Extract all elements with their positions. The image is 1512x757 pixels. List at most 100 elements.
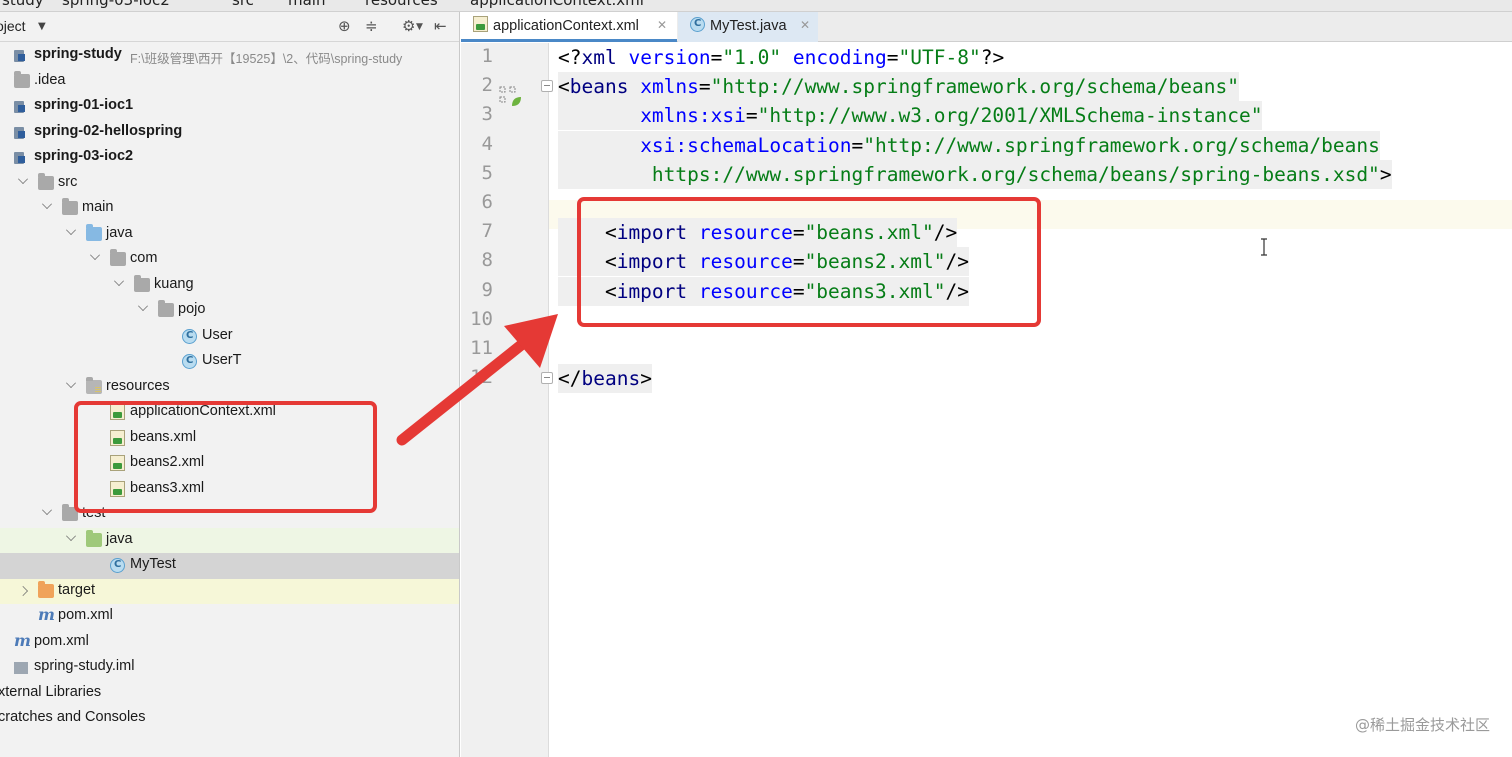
line-number: 3 [481,103,493,126]
breadcrumb-item[interactable]: src [232,0,254,9]
tab-applicationcontext-xml[interactable]: applicationContext.xml ✕ [461,12,677,42]
module-icon [14,126,25,139]
tree-item[interactable]: spring-study.iml [0,655,459,681]
code-token: ?> [980,46,1005,69]
code-token: <? [558,46,582,69]
tree-item-label: MyTest [130,556,176,572]
code-line[interactable]: https://www.springframework.org/schema/b… [558,159,1392,189]
code-token: beans [581,367,641,391]
line-number: 8 [481,249,493,272]
code-token: = [851,133,864,157]
collapse-all-icon[interactable]: ≑ [365,17,378,35]
code-line[interactable]: xsi:schemaLocation="http://www.springfra… [558,130,1380,160]
breadcrumb-item[interactable]: study [2,0,44,9]
tree-item[interactable]: cratches and Consoles [0,706,459,732]
tree-item-label: kuang [154,275,194,292]
code-token: beans [569,75,641,99]
chevron-down-icon[interactable] [66,530,76,541]
chevron-down-icon[interactable]: ▼ [38,21,46,32]
tree-item-label: spring-study.iml [34,658,135,674]
code-token: "1.0" [722,46,793,69]
code-token: "http://www.springframework.org/schema/b… [710,75,1239,99]
tree-item-label: xternal Libraries [0,683,102,700]
tree-item[interactable]: m pom.xml [0,604,459,630]
chevron-down-icon[interactable] [42,199,52,209]
tree-item-label: pojo [178,301,206,317]
code-line[interactable]: <?xml version="1.0" encoding="UTF-8"?> [558,43,1004,72]
code-token: version [628,46,711,69]
hide-panel-icon[interactable]: ⇤ [434,17,447,35]
code-line[interactable]: xmlns:xsi="http://www.w3.org/2001/XMLSch… [558,101,1263,131]
tree-item-label: main [82,199,114,215]
tree-item[interactable]: spring-02-hellospring [0,120,459,146]
package-icon [158,300,174,317]
locate-icon[interactable]: ⊕ [338,17,351,35]
tree-item-label: target [58,581,96,598]
chevron-right-icon[interactable] [18,585,28,596]
annotation-box-resources [74,401,377,513]
maven-icon: m [14,630,31,650]
breadcrumb-item[interactable]: applicationContext.xml [470,0,644,9]
navigation-bar: study spring-03-ioc2 src main resources … [0,0,1512,12]
breadcrumb-item[interactable]: resources [365,0,438,9]
source-folder-icon [86,223,102,241]
project-panel-toolbar: oject ▼ ⊕ ≑ ⚙ ▼ ⇤ [0,12,459,42]
chevron-down-icon[interactable] [42,505,52,515]
tree-item-label: spring-02-hellospring [34,122,183,139]
chevron-down-icon[interactable]: ▼ [416,22,423,32]
tree-item[interactable]: spring-03-ioc2 [0,145,459,171]
tree-item[interactable]: .idea [0,69,459,95]
chevron-down-icon[interactable] [90,250,100,260]
tree-item[interactable]: m pom.xml [0,630,459,656]
tree-item[interactable]: target [0,578,459,604]
tree-item-label: spring-03-ioc2 [34,148,134,164]
resources-folder-icon [86,376,102,394]
class-icon [110,558,125,573]
code-token: xmlns:xsi [640,104,746,128]
tree-item[interactable]: MyTest [0,553,459,579]
tree-item-label: UserT [202,352,242,368]
chevron-down-icon[interactable] [138,301,148,311]
tree-item-label: com [130,250,158,266]
code-token: https://www.springframework.org/schema/b… [558,162,1380,186]
tree-item[interactable]: com [0,247,459,273]
class-icon [182,354,197,369]
tree-item[interactable]: src [0,171,459,197]
xml-file-icon [473,16,488,32]
close-icon[interactable]: ✕ [657,18,667,32]
close-icon[interactable]: ✕ [800,18,810,32]
line-number: 2 [481,74,493,97]
class-icon [182,328,197,344]
breadcrumb-item[interactable]: main [288,0,325,9]
fold-marker-icon[interactable] [541,80,553,93]
project-view-selector[interactable]: oject [0,18,26,34]
code-token: = [698,75,711,99]
maven-icon: m [38,605,55,624]
tree-item[interactable]: main [0,196,459,222]
spring-bean-icon[interactable] [499,86,525,108]
chevron-down-icon[interactable] [66,377,76,388]
tree-item[interactable]: java [0,527,459,553]
code-token: > [1379,162,1392,186]
target-folder-icon [38,580,54,598]
tab-mytest-java[interactable]: MyTest.java ✕ [678,12,818,42]
code-line[interactable]: <beans xmlns="http://www.springframework… [558,72,1239,102]
code-editor[interactable]: <?xml version="1.0" encoding="UTF-8"?> <b… [558,43,1512,757]
chevron-down-icon[interactable] [66,224,76,235]
annotation-arrow [396,314,558,446]
code-token: = [745,104,758,128]
tree-item-label: User [202,326,233,343]
code-token: = [886,46,899,69]
tree-item-label: java [106,224,133,241]
tree-item[interactable]: spring-study F:\班级管理\西开【19525】\2、代码\sprin… [0,43,459,69]
chevron-down-icon[interactable] [114,275,124,286]
tree-item[interactable]: spring-01-ioc1 [0,94,459,120]
editor-area: applicationContext.xml ✕ MyTest.java ✕ 1… [461,12,1512,757]
tree-item[interactable]: java [0,222,459,248]
breadcrumb-item[interactable]: spring-03-ioc2 [62,0,170,9]
code-token: xml [581,46,629,69]
gear-icon[interactable]: ⚙ [402,17,415,35]
tree-item[interactable]: xternal Libraries [0,681,459,707]
chevron-down-icon[interactable] [18,173,28,184]
